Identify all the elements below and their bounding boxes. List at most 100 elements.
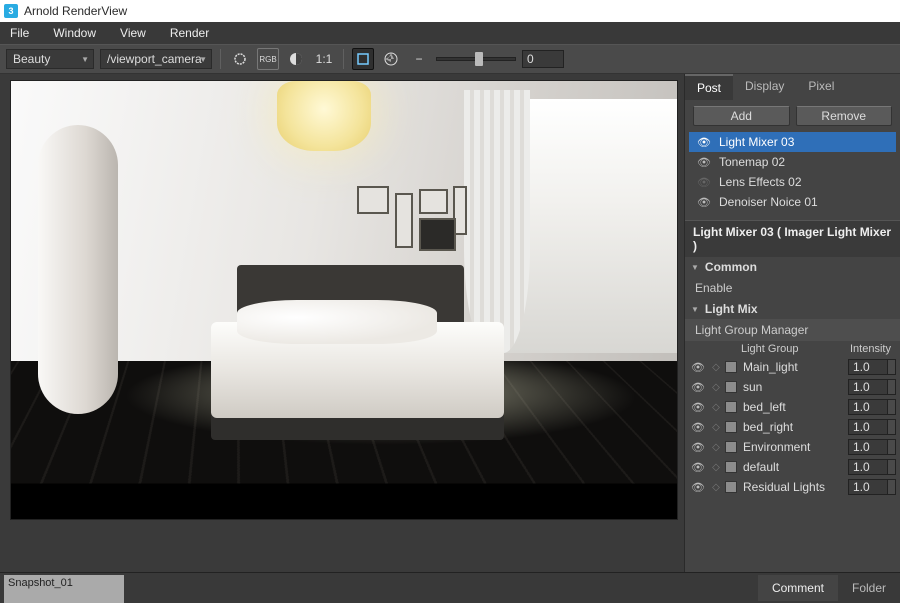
toolbar-divider xyxy=(343,49,344,69)
imager-item-lens-effects[interactable]: 👁 Lens Effects 02 xyxy=(689,172,896,192)
imager-item-tonemap[interactable]: 👁 Tonemap 02 xyxy=(689,152,896,172)
light-group-name: Residual Lights xyxy=(743,480,848,494)
snapshot-thumbnail[interactable]: Snapshot_01 xyxy=(4,575,124,603)
spinner-icon[interactable] xyxy=(888,399,896,415)
tab-comment[interactable]: Comment xyxy=(758,575,838,601)
menu-bar: File Window View Render xyxy=(0,22,900,44)
visibility-icon[interactable]: 👁 xyxy=(689,381,707,394)
menu-render[interactable]: Render xyxy=(170,26,209,40)
lightmix-header-row: Light Group Intensity xyxy=(685,341,900,357)
viewport-area xyxy=(0,74,684,572)
visibility-icon[interactable]: 👁 xyxy=(689,481,707,494)
col-intensity: Intensity xyxy=(850,343,896,355)
add-imager-button[interactable]: Add xyxy=(693,106,790,126)
visibility-icon[interactable]: 👁 xyxy=(689,441,707,454)
visibility-icon[interactable]: 👁 xyxy=(697,196,711,209)
solo-toggle[interactable]: ◇ xyxy=(707,382,725,393)
tab-display[interactable]: Display xyxy=(733,74,796,100)
solo-toggle[interactable]: ◇ xyxy=(707,482,725,493)
color-swatch[interactable] xyxy=(725,461,737,473)
group-label: Common xyxy=(705,260,757,274)
spinner-icon[interactable] xyxy=(888,419,896,435)
lightmix-row[interactable]: 👁◇ Residual Lights1.0 xyxy=(685,477,900,497)
alpha-channel-button[interactable] xyxy=(285,48,307,70)
color-swatch[interactable] xyxy=(725,401,737,413)
bottom-bar: Snapshot_01 Comment Folder xyxy=(0,572,900,603)
collapse-icon: ▼ xyxy=(691,305,699,314)
spinner-icon[interactable] xyxy=(888,359,896,375)
menu-window[interactable]: Window xyxy=(53,26,96,40)
intensity-field[interactable]: 1.0 xyxy=(848,439,888,455)
exposure-value-field[interactable]: 0 xyxy=(522,50,564,68)
imager-item-light-mixer[interactable]: 👁 Light Mixer 03 xyxy=(689,132,896,152)
visibility-icon[interactable]: 👁 xyxy=(689,461,707,474)
slider-handle[interactable] xyxy=(475,52,483,66)
color-swatch[interactable] xyxy=(725,481,737,493)
solo-toggle[interactable]: ◇ xyxy=(707,422,725,433)
group-light-mix[interactable]: ▼ Light Mix xyxy=(685,299,900,319)
visibility-icon[interactable]: 👁 xyxy=(697,176,711,189)
menu-view[interactable]: View xyxy=(120,26,146,40)
exposure-slider[interactable] xyxy=(436,57,516,61)
enable-label[interactable]: Enable xyxy=(685,277,900,299)
window-title: Arnold RenderView xyxy=(24,4,127,18)
color-swatch[interactable] xyxy=(725,381,737,393)
visibility-icon[interactable]: 👁 xyxy=(689,421,707,434)
crop-region-button[interactable] xyxy=(352,48,374,70)
render-viewport[interactable] xyxy=(10,80,678,520)
spinner-icon[interactable] xyxy=(888,379,896,395)
spinner-icon[interactable] xyxy=(888,459,896,475)
intensity-field[interactable]: 1.0 xyxy=(848,359,888,375)
light-group-name: Main_light xyxy=(743,360,848,374)
intensity-field[interactable]: 1.0 xyxy=(848,479,888,495)
zoom-ratio-button[interactable]: 1:1 xyxy=(313,48,335,70)
tab-post[interactable]: Post xyxy=(685,74,733,100)
imager-item-denoiser[interactable]: 👁 Denoiser Noice 01 xyxy=(689,192,896,212)
light-group-name: Environment xyxy=(743,440,848,454)
solo-toggle[interactable]: ◇ xyxy=(707,442,725,453)
lightmix-row[interactable]: 👁◇bed_left1.0 xyxy=(685,397,900,417)
aov-value: Beauty xyxy=(13,52,50,66)
intensity-field[interactable]: 1.0 xyxy=(848,459,888,475)
spinner-icon[interactable] xyxy=(888,439,896,455)
intensity-field[interactable]: 1.0 xyxy=(848,419,888,435)
rgb-channel-button[interactable]: RGB xyxy=(257,48,279,70)
tab-pixel[interactable]: Pixel xyxy=(796,74,846,100)
imager-label: Lens Effects 02 xyxy=(719,175,802,189)
color-swatch[interactable] xyxy=(725,441,737,453)
solo-toggle[interactable]: ◇ xyxy=(707,462,725,473)
imager-buttons: Add Remove xyxy=(685,100,900,132)
solo-toggle[interactable]: ◇ xyxy=(707,402,725,413)
selected-imager-title: Light Mixer 03 ( Imager Light Mixer ) xyxy=(685,220,900,257)
intensity-field[interactable]: 1.0 xyxy=(848,399,888,415)
group-common[interactable]: ▼ Common xyxy=(685,257,900,277)
visibility-icon[interactable]: 👁 xyxy=(697,136,711,149)
render-button[interactable] xyxy=(229,48,251,70)
visibility-icon[interactable]: 👁 xyxy=(689,361,707,374)
lightmix-row[interactable]: 👁◇bed_right1.0 xyxy=(685,417,900,437)
lightmix-row[interactable]: 👁◇sun1.0 xyxy=(685,377,900,397)
remove-imager-button[interactable]: Remove xyxy=(796,106,893,126)
main-area: Post Display Pixel Add Remove 👁 Light Mi… xyxy=(0,74,900,572)
lightmix-row[interactable]: 👁◇ Main_light1.0 xyxy=(685,357,900,377)
menu-file[interactable]: File xyxy=(10,26,29,40)
light-group-manager-button[interactable]: Light Group Manager xyxy=(685,319,900,341)
visibility-icon[interactable]: 👁 xyxy=(689,401,707,414)
shutter-icon[interactable] xyxy=(380,48,402,70)
lightmix-row[interactable]: 👁◇ Environment1.0 xyxy=(685,437,900,457)
solo-toggle[interactable]: ◇ xyxy=(707,362,725,373)
exposure-minus-button[interactable]: − xyxy=(408,48,430,70)
render-image xyxy=(11,81,677,519)
light-group-name: default xyxy=(743,460,848,474)
color-swatch[interactable] xyxy=(725,361,737,373)
aov-dropdown[interactable]: Beauty ▼ xyxy=(6,49,94,69)
spinner-icon[interactable] xyxy=(888,479,896,495)
camera-dropdown[interactable]: /viewport_camera ▼ xyxy=(100,49,212,69)
visibility-icon[interactable]: 👁 xyxy=(697,156,711,169)
imager-label: Light Mixer 03 xyxy=(719,135,794,149)
intensity-field[interactable]: 1.0 xyxy=(848,379,888,395)
color-swatch[interactable] xyxy=(725,421,737,433)
col-light-group: Light Group xyxy=(725,343,850,355)
lightmix-row[interactable]: 👁◇ default1.0 xyxy=(685,457,900,477)
tab-folder[interactable]: Folder xyxy=(838,575,900,601)
